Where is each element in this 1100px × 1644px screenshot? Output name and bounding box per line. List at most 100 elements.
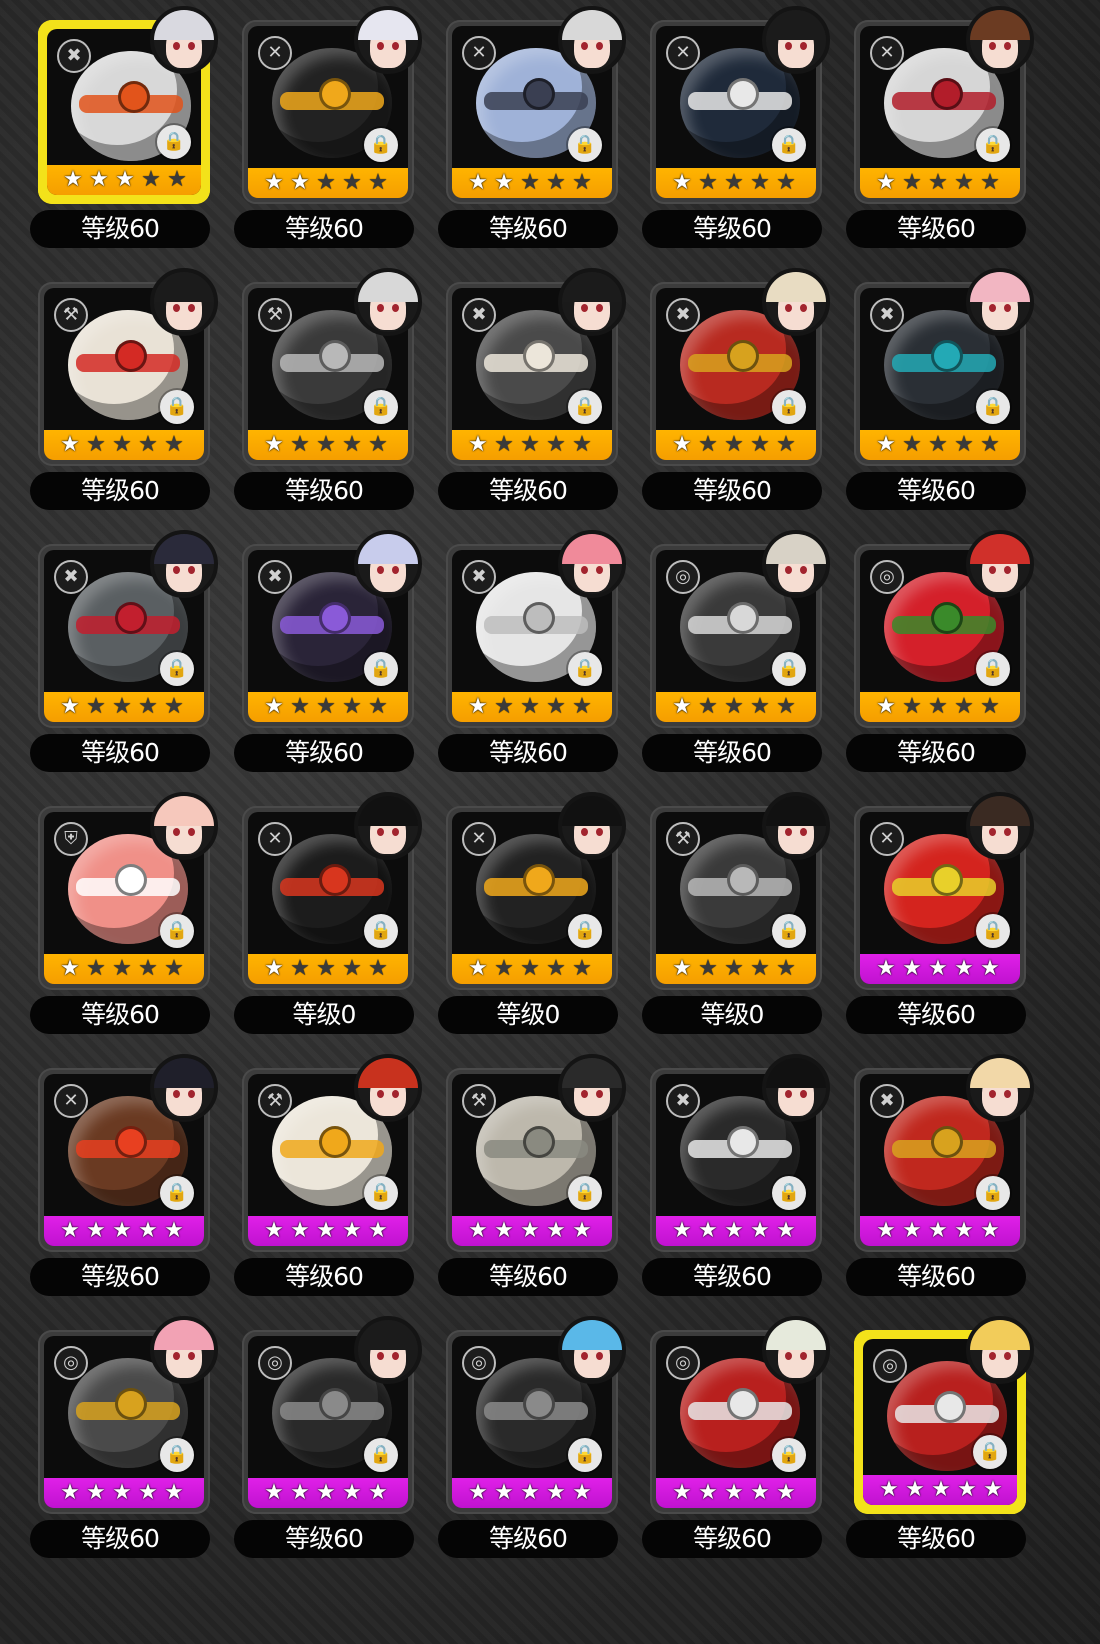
bangboo-card[interactable]: ⚒ 🔒 ★ ★ ★ ★ ★ 等级60 bbox=[438, 1054, 626, 1298]
agent-avatar bbox=[558, 1054, 626, 1122]
bangboo-card[interactable]: ✖ 🔒 ★ ★ ★ ★ ★ 等级60 bbox=[234, 530, 422, 774]
agent-avatar bbox=[966, 1316, 1034, 1384]
bangboo-card[interactable]: ✖ 🔒 ★ ★ ★ ★ ★ 等级60 bbox=[438, 268, 626, 512]
star-empty-icon: ★ bbox=[141, 167, 161, 192]
lock-icon[interactable]: 🔒 bbox=[772, 1438, 806, 1472]
lock-icon[interactable]: 🔒 bbox=[568, 652, 602, 686]
bangboo-card[interactable]: ✕ 🔒 ★ ★ ★ ★ ★ 等级60 bbox=[846, 792, 1034, 1036]
star-rating: ★ ★ ★ ★ ★ bbox=[860, 168, 1020, 198]
lock-icon[interactable]: 🔒 bbox=[364, 1176, 398, 1210]
agent-avatar bbox=[354, 1316, 422, 1384]
bangboo-card[interactable]: ✕ 🔒 ★ ★ ★ ★ ★ 等级60 bbox=[438, 6, 626, 250]
lock-icon[interactable]: 🔒 bbox=[772, 914, 806, 948]
star-empty-icon: ★ bbox=[167, 167, 187, 192]
lock-icon[interactable]: 🔒 bbox=[568, 914, 602, 948]
lock-icon[interactable]: 🔒 bbox=[568, 1176, 602, 1210]
bangboo-card[interactable]: ✕ 🔒 ★ ★ ★ ★ ★ 等级0 bbox=[438, 792, 626, 1036]
bangboo-card[interactable]: ⚒ 🔒 ★ ★ ★ ★ ★ 等级0 bbox=[642, 792, 830, 1036]
bangboo-card[interactable]: ✖ 🔒 ★ ★ ★ ★ ★ 等级60 bbox=[642, 1054, 830, 1298]
lock-icon[interactable]: 🔒 bbox=[160, 390, 194, 424]
star-filled-icon: ★ bbox=[342, 1480, 362, 1505]
agent-avatar bbox=[150, 792, 218, 860]
lock-icon[interactable]: 🔒 bbox=[976, 390, 1010, 424]
star-filled-icon: ★ bbox=[876, 956, 896, 981]
attack-icon: ✖ bbox=[462, 298, 496, 332]
bangboo-card[interactable]: ◎ 🔒 ★ ★ ★ ★ ★ 等级60 bbox=[846, 530, 1034, 774]
star-filled-icon: ★ bbox=[876, 170, 896, 195]
bangboo-card[interactable]: ⛨ 🔒 ★ ★ ★ ★ ★ 等级60 bbox=[30, 792, 218, 1036]
bangboo-card[interactable]: ⚒ 🔒 ★ ★ ★ ★ ★ 等级60 bbox=[234, 268, 422, 512]
lock-icon[interactable]: 🔒 bbox=[772, 390, 806, 424]
star-filled-icon: ★ bbox=[468, 956, 488, 981]
bangboo-card[interactable]: ✕ 🔒 ★ ★ ★ ★ ★ 等级60 bbox=[642, 6, 830, 250]
star-empty-icon: ★ bbox=[572, 956, 592, 981]
lock-icon[interactable]: 🔒 bbox=[364, 128, 398, 162]
bangboo-card[interactable]: ◎ 🔒 ★ ★ ★ ★ ★ 等级60 bbox=[642, 530, 830, 774]
lock-icon[interactable]: 🔒 bbox=[976, 652, 1010, 686]
star-filled-icon: ★ bbox=[724, 1480, 744, 1505]
star-empty-icon: ★ bbox=[980, 170, 1000, 195]
lock-icon[interactable]: 🔒 bbox=[568, 390, 602, 424]
bangboo-card[interactable]: ⚒ 🔒 ★ ★ ★ ★ ★ 等级60 bbox=[30, 268, 218, 512]
star-empty-icon: ★ bbox=[776, 170, 796, 195]
bangboo-card[interactable]: ✕ 🔒 ★ ★ ★ ★ ★ 等级60 bbox=[846, 6, 1034, 250]
bangboo-card[interactable]: ◎ 🔒 ★ ★ ★ ★ ★ 等级60 bbox=[438, 1316, 626, 1560]
lock-icon[interactable]: 🔒 bbox=[568, 128, 602, 162]
star-empty-icon: ★ bbox=[698, 170, 718, 195]
lock-icon[interactable]: 🔒 bbox=[364, 914, 398, 948]
star-filled-icon: ★ bbox=[776, 1480, 796, 1505]
bangboo-card[interactable]: ◎ 🔒 ★ ★ ★ ★ ★ 等级60 bbox=[30, 1316, 218, 1560]
star-empty-icon: ★ bbox=[164, 956, 184, 981]
star-empty-icon: ★ bbox=[928, 432, 948, 457]
lock-icon[interactable]: 🔒 bbox=[364, 1438, 398, 1472]
bangboo-card[interactable]: ✕ 🔒 ★ ★ ★ ★ ★ 等级60 bbox=[30, 1054, 218, 1298]
bangboo-card[interactable]: ✖ 🔒 ★ ★ ★ ★ ★ 等级60 bbox=[30, 6, 218, 250]
star-empty-icon: ★ bbox=[86, 956, 106, 981]
star-rating: ★ ★ ★ ★ ★ bbox=[44, 954, 204, 984]
star-filled-icon: ★ bbox=[672, 956, 692, 981]
bangboo-grid: ✖ 🔒 ★ ★ ★ ★ ★ 等级60 ✕ 🔒 ★ ★ ★ ★ ★ 等级60 ✕ 🔒 ★ ★ ★ ★ ★ 等级60 ✕ 🔒 ★ ★ ★ ★ ★… bbox=[30, 6, 1090, 1644]
lock-icon[interactable]: 🔒 bbox=[772, 652, 806, 686]
star-filled-icon: ★ bbox=[954, 1218, 974, 1243]
star-filled-icon: ★ bbox=[60, 1218, 80, 1243]
level-label: 等级60 bbox=[30, 996, 210, 1034]
attack-icon: ✖ bbox=[666, 1084, 700, 1118]
bangboo-card[interactable]: ◎ 🔒 ★ ★ ★ ★ ★ 等级60 bbox=[234, 1316, 422, 1560]
lock-icon[interactable]: 🔒 bbox=[772, 1176, 806, 1210]
bangboo-card[interactable]: ◎ 🔒 ★ ★ ★ ★ ★ 等级60 bbox=[846, 1316, 1034, 1560]
star-filled-icon: ★ bbox=[368, 1218, 388, 1243]
star-empty-icon: ★ bbox=[138, 956, 158, 981]
lock-icon[interactable]: 🔒 bbox=[160, 652, 194, 686]
lock-icon[interactable]: 🔒 bbox=[364, 390, 398, 424]
bangboo-card[interactable]: ✖ 🔒 ★ ★ ★ ★ ★ 等级60 bbox=[846, 268, 1034, 512]
lock-icon[interactable]: 🔒 bbox=[973, 1435, 1007, 1469]
bangboo-card[interactable]: ✖ 🔒 ★ ★ ★ ★ ★ 等级60 bbox=[438, 530, 626, 774]
lock-icon[interactable]: 🔒 bbox=[568, 1438, 602, 1472]
lock-icon[interactable]: 🔒 bbox=[976, 1176, 1010, 1210]
lock-icon[interactable]: 🔒 bbox=[160, 914, 194, 948]
lock-icon[interactable]: 🔒 bbox=[976, 914, 1010, 948]
bangboo-card[interactable]: ⚒ 🔒 ★ ★ ★ ★ ★ 等级60 bbox=[234, 1054, 422, 1298]
star-filled-icon: ★ bbox=[60, 432, 80, 457]
bangboo-card[interactable]: ✖ 🔒 ★ ★ ★ ★ ★ 等级60 bbox=[642, 268, 830, 512]
star-filled-icon: ★ bbox=[928, 956, 948, 981]
lock-icon[interactable]: 🔒 bbox=[364, 652, 398, 686]
bangboo-card[interactable]: ✕ 🔒 ★ ★ ★ ★ ★ 等级0 bbox=[234, 792, 422, 1036]
star-empty-icon: ★ bbox=[494, 432, 514, 457]
level-label: 等级60 bbox=[438, 472, 618, 510]
lock-icon[interactable]: 🔒 bbox=[160, 1176, 194, 1210]
level-label: 等级60 bbox=[30, 210, 210, 248]
bangboo-card[interactable]: ◎ 🔒 ★ ★ ★ ★ ★ 等级60 bbox=[642, 1316, 830, 1560]
star-rating: ★ ★ ★ ★ ★ bbox=[452, 168, 612, 198]
bangboo-card[interactable]: ✖ 🔒 ★ ★ ★ ★ ★ 等级60 bbox=[846, 1054, 1034, 1298]
lock-icon[interactable]: 🔒 bbox=[976, 128, 1010, 162]
star-empty-icon: ★ bbox=[750, 694, 770, 719]
lock-icon[interactable]: 🔒 bbox=[772, 128, 806, 162]
agent-avatar bbox=[150, 530, 218, 598]
star-rating: ★ ★ ★ ★ ★ bbox=[248, 954, 408, 984]
star-empty-icon: ★ bbox=[902, 432, 922, 457]
bangboo-card[interactable]: ✖ 🔒 ★ ★ ★ ★ ★ 等级60 bbox=[30, 530, 218, 774]
bangboo-card[interactable]: ✕ 🔒 ★ ★ ★ ★ ★ 等级60 bbox=[234, 6, 422, 250]
lock-icon[interactable]: 🔒 bbox=[160, 1438, 194, 1472]
lock-icon[interactable]: 🔒 bbox=[157, 125, 191, 159]
